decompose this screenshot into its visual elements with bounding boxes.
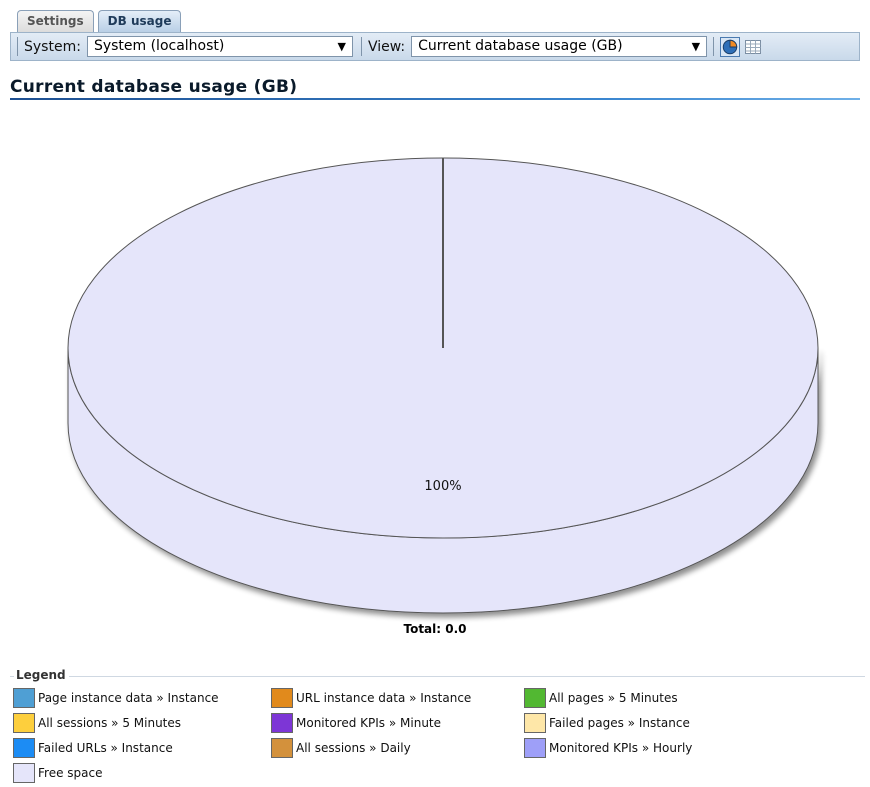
legend-swatch: [13, 738, 35, 758]
toolbar-separator: [17, 37, 18, 56]
legend-label: URL instance data » Instance: [296, 691, 472, 705]
chevron-down-icon: ▼: [691, 40, 701, 53]
view-select-value: Current database usage (GB): [418, 38, 623, 54]
legend-item: All sessions » 5 Minutes: [13, 713, 181, 733]
pie-slice-label: 100%: [424, 479, 461, 494]
tab-db-usage[interactable]: DB usage: [97, 10, 182, 32]
system-label: System:: [24, 38, 81, 55]
toolbar-separator: [713, 37, 715, 56]
legend-label: All sessions » Daily: [296, 741, 411, 755]
legend-label: Monitored KPIs » Minute: [296, 716, 442, 730]
legend-divider: [10, 676, 865, 677]
tab-bar: Settings DB usage: [17, 10, 182, 32]
legend-label: Failed pages » Instance: [549, 716, 690, 730]
page-title: Current database usage (GB): [10, 77, 298, 97]
legend-label: Monitored KPIs » Hourly: [549, 741, 693, 755]
legend-swatch: [271, 688, 293, 708]
legend-swatch: [524, 713, 546, 733]
legend-label: All sessions » 5 Minutes: [38, 716, 182, 730]
legend-label: All pages » 5 Minutes: [549, 691, 678, 705]
legend-item: Failed URLs » Instance: [13, 738, 173, 758]
legend-label: Free space: [38, 766, 103, 780]
system-select[interactable]: System (localhost) ▼: [86, 36, 353, 57]
heading-divider: [10, 98, 860, 100]
legend-label: Failed URLs » Instance: [38, 741, 173, 755]
pie-chart-icon[interactable]: [720, 36, 741, 57]
legend-swatch: [271, 738, 293, 758]
legend-item: Free space: [13, 763, 102, 783]
legend-swatch: [13, 688, 35, 708]
legend-swatch: [524, 738, 546, 758]
toolbar-separator: [360, 37, 362, 56]
legend-item: Monitored KPIs » Minute: [271, 713, 441, 733]
legend-swatch: [13, 713, 35, 733]
toolbar: System: System (localhost) ▼ View: Curre…: [10, 32, 860, 61]
legend-item: URL instance data » Instance: [271, 688, 471, 708]
legend-item: Failed pages » Instance: [524, 713, 690, 733]
legend-label: Page instance data » Instance: [38, 691, 219, 705]
pie-chart: 100%: [67, 157, 819, 614]
legend-item: Monitored KPIs » Hourly: [524, 738, 692, 758]
legend-swatch: [271, 713, 293, 733]
system-select-value: System (localhost): [93, 38, 225, 54]
chevron-down-icon: ▼: [337, 40, 346, 53]
view-label: View:: [367, 38, 406, 55]
view-select[interactable]: Current database usage (GB) ▼: [411, 36, 708, 57]
legend: Legend Page instance data » Instance URL …: [10, 668, 865, 783]
legend-swatch: [13, 763, 35, 783]
tab-settings[interactable]: Settings: [17, 10, 94, 32]
legend-swatch: [524, 688, 546, 708]
pie-group: 100%: [67, 157, 819, 614]
legend-item: All pages » 5 Minutes: [524, 688, 678, 708]
legend-item: All sessions » Daily: [271, 738, 411, 758]
legend-item: Page instance data » Instance: [13, 688, 219, 708]
table-view-icon[interactable]: [743, 37, 763, 57]
legend-title: Legend: [14, 668, 69, 682]
chart-total: Total: 0.0: [403, 622, 467, 636]
